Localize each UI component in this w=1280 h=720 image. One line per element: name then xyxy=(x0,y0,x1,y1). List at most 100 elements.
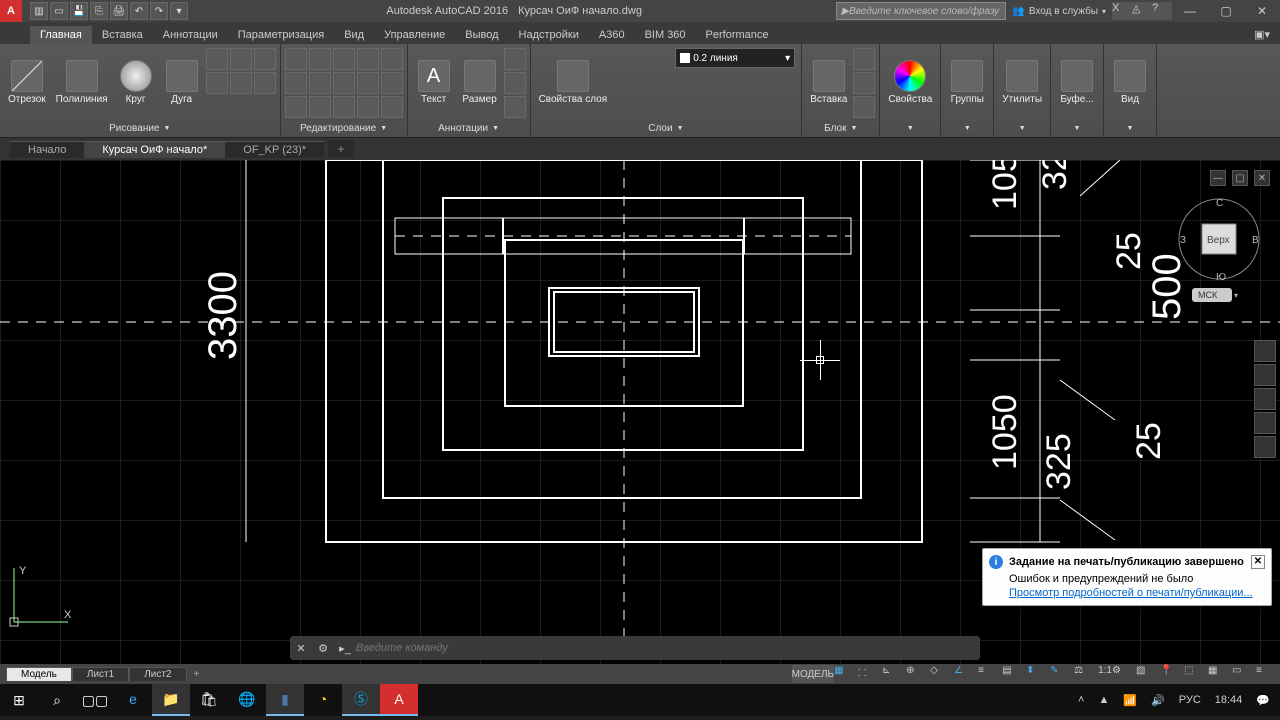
panel-draw-label[interactable]: Рисование▼ xyxy=(4,119,276,137)
tab-manage[interactable]: Управление xyxy=(374,26,455,44)
panel-clip-label[interactable]: ▼ xyxy=(1055,119,1099,137)
qat-undo-icon[interactable]: ↶ xyxy=(130,2,148,20)
panel-block-label[interactable]: Блок▼ xyxy=(806,119,875,137)
layer-s2[interactable] xyxy=(635,70,653,88)
status-model[interactable]: МОДЕЛЬ xyxy=(792,665,834,683)
tool-props[interactable]: Свойства xyxy=(884,46,936,119)
status-annoscale-icon[interactable]: ⚖ xyxy=(1074,665,1098,683)
help-search[interactable]: ▶ Введите ключевое слово/фразу xyxy=(836,2,1006,20)
tab-home[interactable]: Главная xyxy=(30,26,92,44)
tray-notifications-icon[interactable]: 💬 xyxy=(1250,694,1276,707)
tab-view[interactable]: Вид xyxy=(334,26,374,44)
tab-output[interactable]: Вывод xyxy=(455,26,508,44)
layer-freeze-icon[interactable] xyxy=(635,48,653,66)
task-skype-icon[interactable]: Ⓢ xyxy=(342,684,380,716)
layer-s7[interactable] xyxy=(615,90,633,108)
balloon-close[interactable]: ✕ xyxy=(1251,555,1265,569)
help-icon[interactable]: ? xyxy=(1152,2,1172,20)
tool-layer-props[interactable]: Свойства слоя xyxy=(535,46,612,119)
nav-showmotion-icon[interactable] xyxy=(1254,436,1276,458)
tray-sound-icon[interactable]: 🔊 xyxy=(1145,694,1171,707)
nav-orbit-icon[interactable] xyxy=(1254,412,1276,434)
draw-sm-6[interactable] xyxy=(254,72,276,94)
mod-stretch[interactable] xyxy=(285,96,307,118)
tool-groups[interactable]: Группы xyxy=(945,46,989,119)
layer-bulb-icon[interactable] xyxy=(615,48,633,66)
vp-maximize-icon[interactable]: ▢ xyxy=(1232,170,1248,186)
tab-a360[interactable]: A360 xyxy=(589,26,635,44)
panel-layers-label[interactable]: Слои▼ xyxy=(535,119,798,137)
viewcube[interactable]: С В Ю З Верх МСК ▾ xyxy=(1174,194,1264,274)
status-hw-icon[interactable]: ⬚ xyxy=(1184,665,1208,683)
mod-trim[interactable] xyxy=(333,48,355,70)
tool-line[interactable]: Отрезок xyxy=(4,46,50,119)
mod-extend[interactable] xyxy=(357,48,379,70)
draw-sm-5[interactable] xyxy=(230,72,252,94)
mod-copy[interactable] xyxy=(285,72,307,94)
block-sm-3[interactable] xyxy=(853,96,875,118)
tool-dimension[interactable]: Размер xyxy=(458,46,502,119)
layer-s10[interactable] xyxy=(675,90,693,108)
mod-rotate[interactable] xyxy=(309,48,331,70)
exchange-icon[interactable]: X xyxy=(1112,2,1132,20)
tool-polyline[interactable]: Полилиния xyxy=(52,46,112,119)
annot-sm-1[interactable] xyxy=(504,48,526,70)
file-tab-start[interactable]: Начало xyxy=(10,141,84,158)
a360-icon[interactable]: ◬ xyxy=(1132,2,1152,20)
draw-sm-1[interactable] xyxy=(206,48,228,70)
status-custom-icon[interactable]: ≡ xyxy=(1256,665,1280,683)
tool-insert-block[interactable]: Вставка xyxy=(806,46,851,119)
panel-modify-label[interactable]: Редактирование▼ xyxy=(285,119,403,137)
status-iso-icon[interactable]: ▦ xyxy=(1208,665,1232,683)
start-button[interactable]: ⊞ xyxy=(0,684,38,716)
tray-up-icon[interactable]: ˄ xyxy=(1072,694,1090,706)
add-layout[interactable]: + xyxy=(187,669,207,680)
status-polar-icon[interactable]: ⊕ xyxy=(906,665,930,683)
status-cycling-icon[interactable]: ⬍ xyxy=(1026,665,1050,683)
tab-model[interactable]: Модель xyxy=(6,667,72,681)
tab-layout2[interactable]: Лист2 xyxy=(129,667,186,681)
draw-sm-4[interactable] xyxy=(206,72,228,94)
tray-lang[interactable]: РУС xyxy=(1173,694,1207,706)
task-edge-icon[interactable]: e xyxy=(114,684,152,716)
status-annomon-icon[interactable]: ✎ xyxy=(1050,665,1074,683)
tab-annotate[interactable]: Аннотации xyxy=(153,26,228,44)
status-scale[interactable]: 1:1 xyxy=(1098,665,1112,683)
status-snap-icon[interactable]: ⸬ xyxy=(858,665,882,683)
layer-s3[interactable] xyxy=(655,70,673,88)
panel-utils-label[interactable]: ▼ xyxy=(998,119,1046,137)
status-osnap-icon[interactable]: ◇ xyxy=(930,665,954,683)
nav-wheel-icon[interactable] xyxy=(1254,340,1276,362)
panel-annot-label[interactable]: Аннотации▼ xyxy=(412,119,526,137)
close-button[interactable]: ✕ xyxy=(1244,1,1280,21)
panel-props-label[interactable]: ▼ xyxy=(884,119,936,137)
layer-lock-icon[interactable] xyxy=(655,48,673,66)
status-transparency-icon[interactable]: ▤ xyxy=(1002,665,1026,683)
app-logo[interactable]: A xyxy=(0,0,22,22)
layer-s8[interactable] xyxy=(635,90,653,108)
task-yandex-icon[interactable]: ◔ xyxy=(304,684,342,716)
draw-sm-2[interactable] xyxy=(230,48,252,70)
panel-groups-label[interactable]: ▼ xyxy=(945,119,989,137)
status-gear-icon[interactable]: ⚙ xyxy=(1112,665,1136,683)
status-otrack-icon[interactable]: ∠ xyxy=(954,665,978,683)
qat-redo-icon[interactable]: ↷ xyxy=(150,2,168,20)
sign-in[interactable]: 👥 Вход в службы ▾ xyxy=(1006,6,1112,17)
command-line[interactable]: ✕ ⚙ ▸_ xyxy=(290,636,980,660)
mod-break[interactable] xyxy=(381,96,403,118)
mod-mirror[interactable] xyxy=(309,72,331,94)
tab-layout1[interactable]: Лист1 xyxy=(72,667,129,681)
tray-acad-icon[interactable]: ▲ xyxy=(1092,694,1115,706)
status-ortho-icon[interactable]: ⊾ xyxy=(882,665,906,683)
task-explorer-icon[interactable]: 📁 xyxy=(152,684,190,716)
task-chrome-icon[interactable]: 🌐 xyxy=(228,684,266,716)
tab-bim360[interactable]: BIM 360 xyxy=(635,26,696,44)
annot-sm-2[interactable] xyxy=(504,72,526,94)
layer-s11[interactable] xyxy=(695,90,713,108)
tray-time[interactable]: 18:44 xyxy=(1209,694,1249,706)
mod-offset[interactable] xyxy=(333,96,355,118)
layer-s4[interactable] xyxy=(675,70,693,88)
tab-insert[interactable]: Вставка xyxy=(92,26,153,44)
qat-saveas-icon[interactable]: ⎘ xyxy=(90,2,108,20)
file-tab-current[interactable]: Курсач ОиФ начало* xyxy=(84,141,225,158)
